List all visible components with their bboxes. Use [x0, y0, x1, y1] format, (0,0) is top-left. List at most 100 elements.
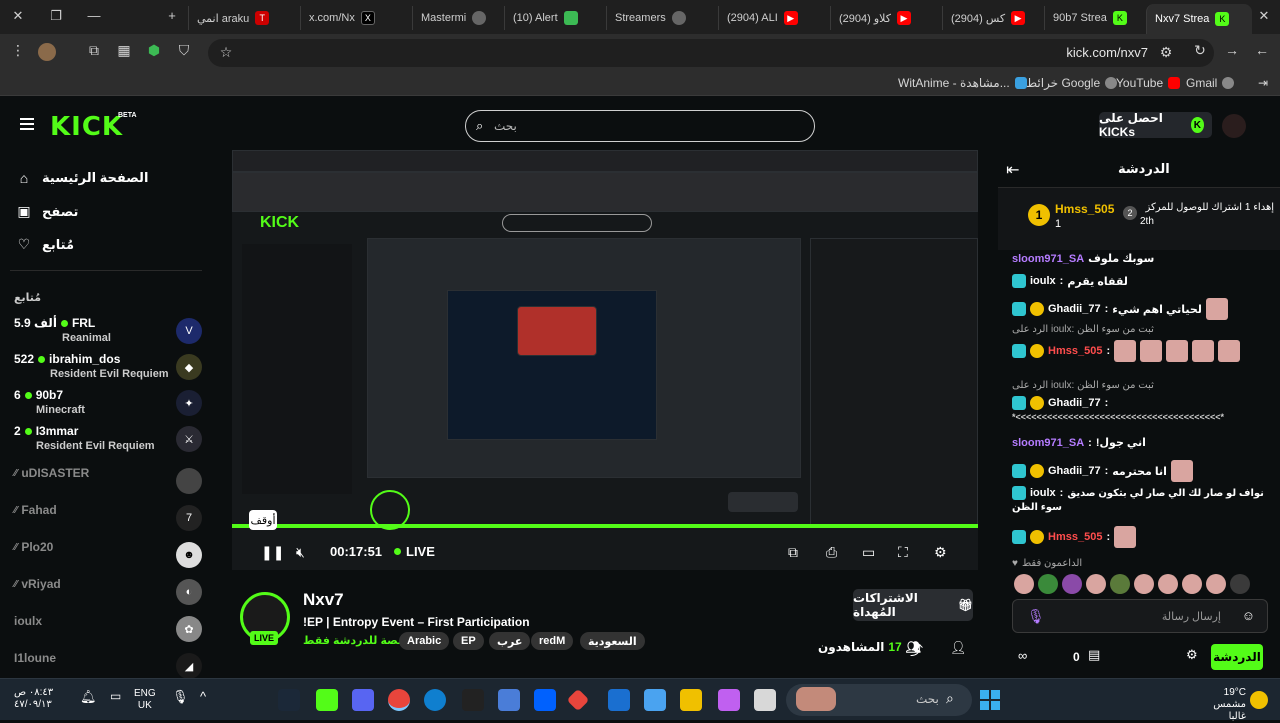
- bookmark-maps[interactable]: خرائط Google: [1026, 76, 1118, 90]
- chat-message[interactable]: Ghadii_77:: [1012, 396, 1262, 410]
- nav-following[interactable]: ♡ مُتابع: [16, 236, 196, 253]
- new-tab-icon[interactable]: +: [162, 8, 182, 23]
- user-avatar[interactable]: [1222, 114, 1246, 138]
- dropbox-icon[interactable]: [534, 689, 556, 711]
- search-input[interactable]: ⌕ بحث: [465, 110, 815, 142]
- nav-home[interactable]: ⌂ الصفحة الرئيسية: [16, 170, 196, 186]
- bookmarks-menu-icon[interactable]: ⇥: [1258, 76, 1268, 90]
- collapse-chat-icon[interactable]: ⇤: [1006, 160, 1019, 180]
- kick-app-icon[interactable]: [316, 689, 338, 711]
- back-icon[interactable]: ←: [1252, 42, 1272, 58]
- channel-90b7[interactable]: 6 90b7 Minecraft ✦: [14, 386, 202, 420]
- extension-icon[interactable]: ▦: [114, 42, 134, 59]
- weather-widget[interactable]: 19°C مشمس غالبا: [1206, 687, 1246, 723]
- mute-icon[interactable]: 🔇︎: [296, 544, 305, 561]
- mic-icon[interactable]: 🎙︎: [1027, 608, 1045, 625]
- notification-icon[interactable]: 🔔︎: [80, 689, 102, 711]
- store-icon[interactable]: [644, 689, 666, 711]
- copilot-icon[interactable]: [718, 689, 740, 711]
- channel-ioulx[interactable]: ioulx ✿: [14, 612, 202, 646]
- mail-icon[interactable]: [608, 689, 630, 711]
- chat-send-button[interactable]: الدردشة: [1211, 644, 1263, 670]
- chat-input[interactable]: 🎙︎ إرسال رسالة ☺: [1012, 599, 1268, 633]
- tag-arab[interactable]: عرب: [489, 632, 531, 650]
- chat-message[interactable]: Hmss_505:: [1012, 526, 1262, 548]
- pip-icon[interactable]: ⧉: [788, 544, 798, 561]
- restore-window-icon[interactable]: ❐: [46, 8, 66, 24]
- channel-plo20[interactable]: ⁄⁄ Plo20 ☻: [14, 538, 202, 572]
- close-tab-icon[interactable]: ✕: [1254, 8, 1274, 24]
- site-settings-icon[interactable]: ⚙: [1156, 44, 1176, 61]
- epic-games-icon[interactable]: [462, 689, 484, 711]
- bookmark-youtube[interactable]: YouTube: [1116, 76, 1181, 90]
- chat-message[interactable]: Hmss_505:: [1012, 340, 1262, 362]
- chat-message[interactable]: sloom971_SA: !اني جول: [1012, 436, 1262, 450]
- store-icon[interactable]: ▤: [1088, 647, 1100, 663]
- steam-icon[interactable]: [278, 689, 300, 711]
- tab-9[interactable]: انمي araku T: [188, 6, 298, 30]
- tab-1[interactable]: 90b7 Strea K: [1044, 6, 1144, 30]
- discord-icon[interactable]: [352, 689, 374, 711]
- file-icon[interactable]: [754, 689, 776, 711]
- tab-4[interactable]: (2904) ALI ▶: [718, 6, 828, 30]
- app-icon[interactable]: [498, 689, 520, 711]
- streamer-name[interactable]: Nxv7: [303, 590, 344, 610]
- menu-icon[interactable]: ⋮: [8, 42, 28, 59]
- kick-logo[interactable]: KICK: [50, 112, 123, 142]
- clip-icon[interactable]: ⎙: [826, 544, 837, 561]
- chat-message[interactable]: sloom971_SA سوبك ملوف: [1012, 252, 1262, 266]
- pause-icon[interactable]: ❚❚: [261, 544, 284, 561]
- chrome-icon[interactable]: [388, 689, 410, 711]
- battery-icon[interactable]: ▭: [110, 689, 132, 711]
- supporter-avatar[interactable]: [1086, 574, 1106, 594]
- edge-icon[interactable]: [424, 689, 446, 711]
- tab-2[interactable]: (2904) كس ▶: [942, 6, 1042, 30]
- shield-icon[interactable]: ⛉: [174, 42, 194, 59]
- supporter-avatar[interactable]: [1110, 574, 1130, 594]
- app-icon[interactable]: [566, 688, 590, 712]
- supporter-avatar[interactable]: [1182, 574, 1202, 594]
- chat-message[interactable]: ioulx: نواف لو صار لك الي صار لي بتكون صد…: [1012, 486, 1264, 500]
- follow-icon[interactable]: 👤︎: [950, 640, 967, 656]
- video-player[interactable]: KICK: [232, 150, 978, 570]
- share-icon[interactable]: ⤴: [910, 640, 923, 659]
- bookmark-witanime[interactable]: WitAnime - مشاهدة...: [898, 76, 1027, 90]
- live-indicator[interactable]: LIVE: [394, 544, 435, 559]
- tab-6[interactable]: (10) Alert: [504, 6, 604, 30]
- fullscreen-icon[interactable]: ⛶: [898, 544, 908, 561]
- channel-i3mmar[interactable]: 2 I3mmar Resident Evil Requiem ⚔: [14, 422, 202, 456]
- language-indicator[interactable]: ENG UK: [134, 688, 156, 712]
- channel-vriyad[interactable]: ⁄⁄ vRiyad ◐: [14, 575, 202, 609]
- bookmark-gmail[interactable]: Gmail: [1186, 76, 1235, 90]
- tab-3[interactable]: (2904) كلاو ▶: [830, 6, 940, 30]
- tag-arabic[interactable]: Arabic: [399, 632, 450, 650]
- clock[interactable]: ٠٨:٤٣ ص ٤٧/٠٩/١٣: [14, 687, 54, 711]
- minimize-window-icon[interactable]: —: [84, 8, 104, 23]
- chat-message[interactable]: Ghadii_77: لحياتي اهم شيء: [1012, 298, 1262, 320]
- theater-mode-icon[interactable]: ▭: [862, 544, 875, 561]
- reload-icon[interactable]: ↻: [1190, 42, 1210, 59]
- pinned-gift-banner[interactable]: 1 Hmss_505 1 2 إهداء 1 اشتراك للوصول للم…: [998, 188, 1280, 250]
- supporter-avatar[interactable]: [1206, 574, 1226, 594]
- settings-icon[interactable]: ⚙: [934, 544, 947, 561]
- adblock-icon[interactable]: ⬢: [144, 42, 164, 59]
- chat-message[interactable]: Ghadii_77: انا محترمه: [1012, 460, 1262, 482]
- url-field[interactable]: ☆ kick.com/nxv7 ⚙: [208, 39, 1214, 67]
- supporter-avatar[interactable]: [1230, 574, 1250, 594]
- channel-udisaster[interactable]: ⁄⁄ uDISASTER: [14, 464, 202, 498]
- chat-settings-icon[interactable]: ⚙: [1186, 647, 1198, 663]
- channel-ibrahim-dos[interactable]: 522 ibrahim_dos Resident Evil Requiem ◆: [14, 350, 202, 384]
- tab-8[interactable]: x.com/Nx X: [300, 6, 410, 30]
- channel-points-icon[interactable]: ∞: [1018, 648, 1027, 663]
- get-kicks-button[interactable]: احصل على KICKs K: [1099, 111, 1212, 139]
- tag-redm[interactable]: redM: [531, 632, 574, 650]
- channel-frl[interactable]: 5.9 ألف FRL Reanimal V: [14, 314, 202, 348]
- chat-message[interactable]: ioulx: لقفاه يقرم: [1012, 274, 1262, 288]
- supporter-avatar[interactable]: [1062, 574, 1082, 594]
- close-window-icon[interactable]: ✕: [8, 8, 28, 24]
- tab-7[interactable]: Mastermi: [412, 6, 502, 30]
- star-icon[interactable]: ☆: [216, 44, 236, 61]
- profile-avatar[interactable]: [38, 43, 56, 61]
- supporter-avatar[interactable]: [1014, 574, 1034, 594]
- tag-ep[interactable]: EP: [453, 632, 484, 650]
